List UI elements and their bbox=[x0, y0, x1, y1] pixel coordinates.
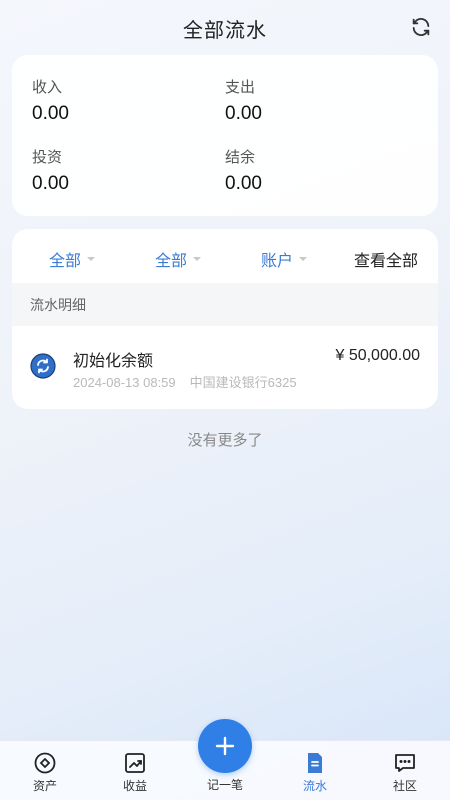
tab-earnings[interactable]: 收益 bbox=[100, 751, 170, 794]
page-title: 全部流水 bbox=[183, 17, 267, 42]
tab-earnings-label: 收益 bbox=[122, 779, 147, 793]
balance-summary: 结余 0.00 bbox=[225, 146, 262, 195]
record-datetime: 2024-08-13 08:59 bbox=[73, 375, 176, 390]
expense-summary: 支出 0.00 bbox=[225, 76, 262, 125]
summary-card: 收入 0.00 支出 0.00 投资 0.00 结余 0.00 bbox=[12, 55, 438, 216]
page-header: 全部流水 bbox=[0, 0, 450, 56]
filter-category-label: 全部 bbox=[155, 251, 188, 270]
tab-flow[interactable]: 流水 bbox=[280, 751, 350, 794]
chat-bubble-icon bbox=[395, 754, 415, 772]
document-icon bbox=[308, 753, 322, 773]
caret-down-icon bbox=[299, 257, 308, 261]
sync-icon bbox=[30, 353, 56, 379]
plus-icon bbox=[215, 736, 235, 756]
trend-chart-icon bbox=[125, 753, 145, 773]
income-label: 收入 bbox=[32, 78, 63, 96]
refresh-icon[interactable] bbox=[410, 16, 432, 38]
invest-value: 0.00 bbox=[32, 173, 69, 194]
filter-type-label: 全部 bbox=[49, 251, 82, 270]
filter-account-label: 账户 bbox=[261, 251, 294, 270]
filter-type-dropdown[interactable]: 全部 bbox=[49, 247, 96, 271]
record-amount: ¥ 50,000.00 bbox=[335, 347, 420, 364]
balance-value: 0.00 bbox=[225, 173, 262, 194]
income-value: 0.00 bbox=[32, 103, 69, 124]
tab-community-label: 社区 bbox=[392, 779, 417, 793]
income-summary: 收入 0.00 bbox=[32, 76, 69, 125]
section-header: 流水明细 bbox=[12, 283, 438, 326]
no-more-text: 没有更多了 bbox=[187, 431, 263, 449]
tab-assets[interactable]: 资产 bbox=[10, 751, 80, 794]
expense-label: 支出 bbox=[225, 78, 256, 96]
add-record-button[interactable] bbox=[198, 719, 252, 773]
tab-assets-label: 资产 bbox=[32, 779, 57, 793]
filter-account-dropdown[interactable]: 账户 bbox=[261, 247, 308, 271]
caret-down-icon bbox=[87, 257, 96, 261]
record-account: 中国建设银行6325 bbox=[189, 375, 297, 390]
view-all-button[interactable]: 查看全部 bbox=[354, 247, 418, 271]
add-record-label: 记一笔 bbox=[206, 778, 243, 792]
flow-list-card: 全部 全部 账户 查看全部 流水明细 初始化余额 2024-08-13 08:5… bbox=[12, 229, 438, 409]
record-title: 初始化余额 bbox=[73, 351, 154, 370]
expense-value: 0.00 bbox=[225, 103, 262, 124]
tab-community[interactable]: 社区 bbox=[370, 751, 440, 794]
filter-bar: 全部 全部 账户 查看全部 bbox=[12, 229, 438, 283]
assets-icon bbox=[34, 752, 56, 774]
filter-category-dropdown[interactable]: 全部 bbox=[155, 247, 202, 271]
caret-down-icon bbox=[193, 257, 202, 261]
invest-label: 投资 bbox=[32, 148, 63, 166]
tab-flow-label: 流水 bbox=[302, 779, 327, 793]
invest-summary: 投资 0.00 bbox=[32, 146, 69, 195]
balance-label: 结余 bbox=[225, 148, 256, 166]
list-item[interactable]: 初始化余额 2024-08-13 08:59 中国建设银行6325 ¥ 50,00… bbox=[12, 326, 438, 409]
record-meta: 2024-08-13 08:59 中国建设银行6325 bbox=[73, 372, 311, 391]
